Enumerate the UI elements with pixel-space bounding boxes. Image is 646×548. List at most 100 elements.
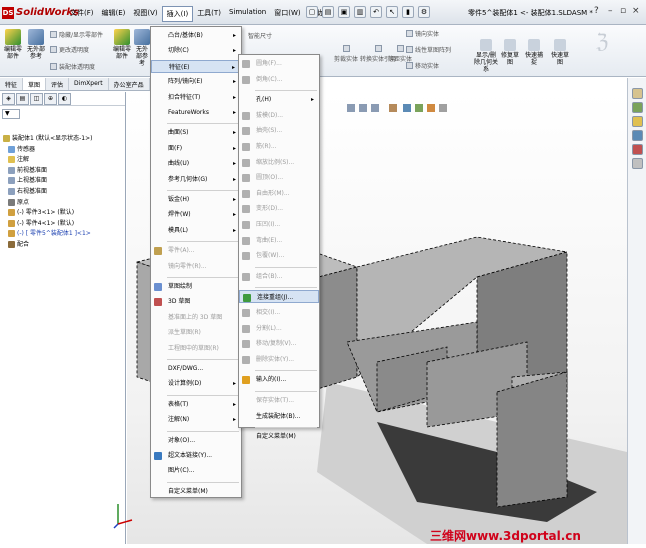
appearance-icon[interactable] bbox=[427, 104, 435, 112]
tree-item[interactable]: (-) [ 零件5^装配体1 ]<1> bbox=[8, 229, 91, 238]
smart-dimension-button[interactable]: 智能尺寸 bbox=[248, 31, 272, 40]
menu-item[interactable]: 超文本链接(Y)... bbox=[151, 449, 241, 462]
menu-item[interactable]: 自定义菜单(M) bbox=[239, 430, 319, 443]
options-icon[interactable]: ⚙ bbox=[418, 6, 430, 18]
display-relations-button[interactable]: 显示/删除几何关系 bbox=[474, 39, 498, 73]
display-style-icon[interactable] bbox=[415, 104, 423, 112]
menu-item[interactable]: FeatureWorks ▸ bbox=[151, 106, 241, 119]
new-icon[interactable]: ▢ bbox=[306, 6, 318, 18]
menu-item[interactable]: 设计算例(D) ▸ bbox=[151, 377, 241, 390]
menu-item[interactable]: 特征(E) ▸ bbox=[151, 59, 241, 73]
command-tab[interactable]: 特征 bbox=[0, 78, 24, 90]
edit-component-button-2[interactable]: 编辑零部件 bbox=[112, 29, 132, 60]
no-external-ref-button-2[interactable]: 无外部参考 bbox=[134, 29, 150, 67]
tree-item[interactable]: 注解 bbox=[8, 155, 29, 164]
tree-item[interactable]: 前视基准面 bbox=[8, 166, 47, 175]
tree-item[interactable]: 配合 bbox=[8, 240, 29, 249]
menu-item[interactable]: 曲面(S) ▸ bbox=[151, 126, 241, 139]
menu-item[interactable]: 视图(V) bbox=[129, 6, 161, 22]
feature-manager-icon[interactable]: ◈ bbox=[2, 93, 15, 105]
move-entities-button[interactable]: 移动实体 bbox=[406, 61, 439, 70]
menu-item[interactable]: 曲线(U) ▸ bbox=[151, 157, 241, 170]
menu-item[interactable]: 文件(F) bbox=[66, 6, 98, 22]
hide-show-components[interactable]: 隐藏/显示零部件 bbox=[50, 30, 103, 39]
menu-item[interactable]: 模具(L) ▸ bbox=[151, 224, 241, 237]
home-icon[interactable] bbox=[631, 88, 643, 99]
menu-item[interactable]: 编辑(E) bbox=[98, 6, 130, 22]
rapid-sketch-button[interactable]: 快速草图 bbox=[550, 39, 570, 66]
menu-item[interactable]: 草图绘制 bbox=[151, 280, 241, 293]
menu-item[interactable]: 窗口(W) bbox=[270, 6, 304, 22]
section-view-icon[interactable] bbox=[389, 104, 397, 112]
view-orientation-icon[interactable] bbox=[403, 104, 411, 112]
menu-item[interactable]: 阵列/镜向(E) ▸ bbox=[151, 75, 241, 88]
no-external-ref-button[interactable]: 无外部参考 bbox=[26, 29, 46, 60]
custom-properties-icon[interactable] bbox=[631, 158, 643, 169]
menu-item[interactable]: 孔(H) ▸ bbox=[239, 93, 319, 106]
tree-item[interactable]: 原点 bbox=[8, 198, 29, 207]
property-manager-icon[interactable]: ▤ bbox=[16, 93, 29, 105]
assembly-transparency[interactable]: 装配体透明度 bbox=[50, 62, 95, 71]
select-icon[interactable]: ↖ bbox=[386, 6, 398, 18]
mirror-entities-button[interactable]: 镜向实体 bbox=[406, 29, 439, 38]
open-icon[interactable]: ▤ bbox=[322, 6, 334, 18]
undo-icon[interactable]: ↶ bbox=[370, 6, 382, 18]
help-icon[interactable]: ? bbox=[594, 6, 599, 16]
menu-item[interactable]: 自定义菜单(M) bbox=[151, 485, 241, 498]
menu-item[interactable]: 对象(O)... bbox=[151, 434, 241, 447]
menu-item[interactable]: 钣金(H) ▸ bbox=[151, 193, 241, 206]
close-button[interactable]: × bbox=[632, 6, 640, 16]
search-icon[interactable] bbox=[631, 130, 643, 141]
menu-item[interactable]: 连接重组(J)... bbox=[239, 290, 319, 304]
menu-item[interactable]: 图片(C)... bbox=[151, 464, 241, 477]
restore-button[interactable]: ▫ bbox=[620, 6, 626, 16]
tree-item[interactable]: (-) 零件4<1> (默认) bbox=[8, 219, 74, 228]
command-tab[interactable]: 评估 bbox=[46, 78, 70, 90]
menu-item[interactable]: 参考几何体(G) ▸ bbox=[151, 173, 241, 186]
indent-icon bbox=[242, 221, 250, 229]
appearances-icon[interactable] bbox=[631, 144, 643, 155]
menu-item[interactable]: 注解(N) ▸ bbox=[151, 413, 241, 426]
menu-item[interactable]: 凸台/基体(B) ▸ bbox=[151, 29, 241, 42]
menu-item[interactable]: 焊件(W) ▸ bbox=[151, 208, 241, 221]
zoom-area-icon[interactable] bbox=[359, 104, 367, 112]
menu-item[interactable]: 3D 草图 bbox=[151, 295, 241, 308]
save-icon[interactable]: ▣ bbox=[338, 6, 350, 18]
menu-item[interactable]: 扣合特征(T) ▸ bbox=[151, 91, 241, 104]
zoom-fit-icon[interactable] bbox=[347, 104, 355, 112]
trim-entities-button[interactable]: 剪裁实体 bbox=[334, 45, 358, 63]
command-tab[interactable]: 草图 bbox=[23, 78, 47, 90]
design-library-icon[interactable] bbox=[631, 102, 643, 113]
scene-icon[interactable] bbox=[439, 104, 447, 112]
edit-component-button[interactable]: 编辑零部件 bbox=[3, 29, 23, 60]
tree-item[interactable]: 传感器 bbox=[8, 145, 35, 154]
minimize-button[interactable]: – bbox=[608, 6, 613, 16]
tree-item[interactable]: (-) 零件3<1> (默认) bbox=[8, 208, 74, 217]
tree-item[interactable]: 装配体1 (默认<显示状态-1>) bbox=[3, 134, 92, 143]
menu-item[interactable]: 切除(C) ▸ bbox=[151, 44, 241, 57]
repair-sketch-button[interactable]: 修复草图 bbox=[500, 39, 520, 66]
tree-item[interactable]: 右视基准面 bbox=[8, 187, 47, 196]
previous-view-icon[interactable] bbox=[371, 104, 379, 112]
display-manager-icon[interactable]: ◐ bbox=[58, 93, 71, 105]
command-tab[interactable]: 办公室产品 bbox=[109, 78, 150, 90]
quick-snap-button[interactable]: 快速捕捉 bbox=[524, 39, 544, 66]
menu-item[interactable]: 生成装配体(B)... bbox=[239, 410, 319, 423]
file-explorer-icon[interactable] bbox=[631, 116, 643, 127]
menu-item[interactable]: 插入(I) bbox=[161, 6, 194, 22]
menu-item[interactable]: 工具(T) bbox=[193, 6, 225, 22]
dimxpert-icon[interactable]: ⊕ bbox=[44, 93, 57, 105]
tree-filter[interactable]: ▼ bbox=[2, 109, 20, 119]
menu-item[interactable]: 输入的(I)... bbox=[239, 373, 319, 386]
change-transparency[interactable]: 更改透明度 bbox=[50, 45, 89, 54]
linear-pattern-button[interactable]: 线性草图阵列 bbox=[406, 45, 451, 54]
menu-item[interactable]: 表格(T) ▸ bbox=[151, 398, 241, 411]
command-tab[interactable]: DimXpert bbox=[69, 78, 109, 90]
menu-item[interactable]: 面(F) ▸ bbox=[151, 142, 241, 155]
tree-item[interactable]: 上视基准面 bbox=[8, 176, 47, 185]
print-icon[interactable]: ▥ bbox=[354, 6, 366, 18]
menu-item[interactable]: Simulation bbox=[225, 6, 270, 22]
menu-item[interactable]: DXF/DWG... bbox=[151, 362, 241, 375]
config-manager-icon[interactable]: ◫ bbox=[30, 93, 43, 105]
rebuild-icon[interactable]: ▮ bbox=[402, 6, 414, 18]
